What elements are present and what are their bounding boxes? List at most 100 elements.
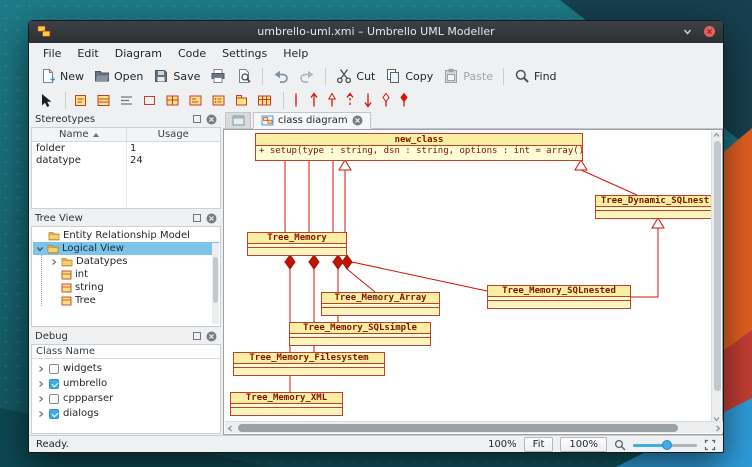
tree-item-int[interactable]: int	[33, 268, 219, 281]
class-icon[interactable]	[94, 92, 113, 109]
generalization-icon[interactable]	[325, 91, 339, 109]
tree-view-panel: Tree View Entity Relationship Model Logi…	[31, 210, 221, 328]
cut-button[interactable]: Cut	[331, 66, 380, 86]
tab-new-diagram[interactable]	[225, 112, 251, 129]
folder-icon	[61, 256, 73, 267]
scroll-up-icon[interactable]	[713, 132, 720, 139]
horizontal-scrollbar[interactable]	[225, 421, 723, 433]
text-lines-icon[interactable]	[117, 92, 136, 109]
titlebar[interactable]: umbrello-uml.xmi – Umbrello UML Modeller	[29, 21, 723, 43]
debug-item-dialogs[interactable]: dialogs	[33, 406, 219, 421]
chevron-down-icon[interactable]	[681, 25, 694, 38]
close-panel-icon[interactable]	[206, 213, 217, 224]
diagram-canvas[interactable]: new_class + setup(type : string, dsn : s…	[225, 131, 713, 423]
panel-title: Tree View	[35, 213, 83, 224]
close-panel-icon[interactable]	[206, 114, 217, 125]
stereotypes-table-header: Name Usage	[32, 128, 220, 142]
table-icon[interactable]	[255, 92, 274, 109]
float-panel-icon[interactable]	[192, 213, 202, 223]
column-header-name[interactable]: Name	[32, 128, 126, 141]
class-name: new_class	[256, 134, 582, 146]
menu-help[interactable]: Help	[275, 45, 316, 62]
menu-settings[interactable]: Settings	[214, 45, 275, 62]
aggregation-icon[interactable]	[379, 91, 393, 109]
tree-item-logical-view[interactable]: Logical View	[33, 242, 219, 255]
menu-diagram[interactable]: Diagram	[107, 45, 170, 62]
composition-icon[interactable]	[397, 91, 411, 109]
slider-knob[interactable]	[662, 440, 672, 450]
uni-association-down-icon[interactable]	[361, 91, 375, 109]
close-panel-icon[interactable]	[206, 331, 217, 342]
undo-button[interactable]	[268, 66, 294, 86]
close-tab-icon[interactable]	[352, 115, 363, 126]
document-save-icon	[153, 68, 169, 84]
debug-item-umbrello[interactable]: umbrello	[33, 376, 219, 391]
table-row[interactable]: datatype 24	[32, 154, 220, 166]
class-widget-tree-memory-sqlsimple[interactable]: Tree_Memory_SQLsimple	[289, 322, 431, 346]
zoom-slider[interactable]	[633, 438, 697, 452]
vertical-scrollbar[interactable]	[711, 131, 721, 423]
scroll-right-icon[interactable]	[714, 425, 721, 432]
paste-button[interactable]: Paste	[438, 66, 498, 86]
open-button[interactable]: Open	[89, 66, 148, 86]
find-button[interactable]: Find	[509, 66, 562, 86]
horizontal-scroll-handle[interactable]	[238, 424, 678, 432]
debug-item-widgets[interactable]: widgets	[33, 361, 219, 376]
checkbox[interactable]	[49, 394, 59, 404]
print-preview-button[interactable]	[231, 66, 257, 86]
box-icon[interactable]	[140, 92, 159, 109]
menu-edit[interactable]: Edit	[69, 45, 106, 62]
vertical-scroll-handle[interactable]	[714, 141, 721, 391]
checkbox-checked[interactable]	[49, 379, 59, 389]
association-icon[interactable]	[289, 91, 303, 109]
fit-button[interactable]: Fit	[524, 437, 554, 452]
table-row[interactable]: folder 1	[32, 142, 220, 154]
menu-code[interactable]: Code	[170, 45, 214, 62]
tree-scrollbar[interactable]	[212, 243, 219, 324]
checkbox[interactable]	[49, 364, 59, 374]
tree-item-entity-relationship-model[interactable]: Entity Relationship Model	[33, 229, 219, 242]
fullscreen-icon[interactable]	[704, 439, 716, 451]
enum-icon[interactable]	[209, 92, 228, 109]
new-button[interactable]: New	[35, 66, 89, 86]
tree-item-tree[interactable]: Tree	[33, 294, 219, 307]
class-widget-new-class[interactable]: new_class + setup(type : string, dsn : s…	[255, 133, 583, 161]
tab-class-diagram[interactable]: class diagram	[253, 112, 371, 129]
menu-file[interactable]: File	[35, 45, 69, 62]
copy-button[interactable]: Copy	[380, 66, 438, 86]
package-icon[interactable]	[232, 92, 251, 109]
datatype-icon[interactable]	[186, 92, 205, 109]
class-widget-tree-memory-filesystem[interactable]: Tree_Memory_Filesystem	[233, 352, 385, 376]
class-widget-tree-memory-array[interactable]: Tree_Memory_Array	[321, 292, 440, 316]
pointer-arrow-icon[interactable]	[37, 92, 56, 109]
class-widget-tree-dynamic-sqlnest[interactable]: Tree_Dynamic_SQLnest	[595, 195, 713, 219]
dependency-icon[interactable]	[343, 91, 357, 109]
zoom-combo[interactable]: 100%	[560, 437, 607, 452]
chevron-right-icon	[37, 380, 45, 388]
tree-scrollbar-handle[interactable]	[213, 257, 218, 303]
umbrello-window: umbrello-uml.xmi – Umbrello UML Modeller…	[28, 20, 724, 453]
close-button[interactable]	[703, 25, 716, 38]
redo-button[interactable]	[294, 66, 320, 86]
scroll-left-icon[interactable]	[227, 425, 234, 432]
float-panel-icon[interactable]	[192, 114, 202, 124]
checkbox-checked[interactable]	[49, 409, 59, 419]
debug-item-cppparser[interactable]: cppparser	[33, 391, 219, 406]
zoom-icon[interactable]	[614, 439, 626, 451]
float-panel-icon[interactable]	[192, 331, 202, 341]
note-icon[interactable]	[71, 92, 90, 109]
class-widget-tree-memory[interactable]: Tree_Memory	[247, 232, 347, 256]
class-widget-tree-memory-sqlnested[interactable]: Tree_Memory_SQLnested	[487, 285, 631, 309]
find-icon	[514, 68, 530, 84]
save-button[interactable]: Save	[148, 66, 205, 86]
class-widget-tree-memory-xml[interactable]: Tree_Memory_XML	[230, 392, 343, 416]
debug-column-header[interactable]: Class Name	[32, 345, 220, 359]
uni-association-up-icon[interactable]	[307, 91, 321, 109]
tree-item-datatypes[interactable]: Datatypes	[33, 255, 219, 268]
column-header-usage[interactable]: Usage	[126, 128, 221, 141]
tree-item-string[interactable]: string	[33, 281, 219, 294]
left-dock: Stereotypes Name Usage folder	[31, 111, 221, 435]
entity-icon[interactable]	[163, 92, 182, 109]
class-icon	[61, 283, 72, 293]
print-button[interactable]	[205, 66, 231, 86]
